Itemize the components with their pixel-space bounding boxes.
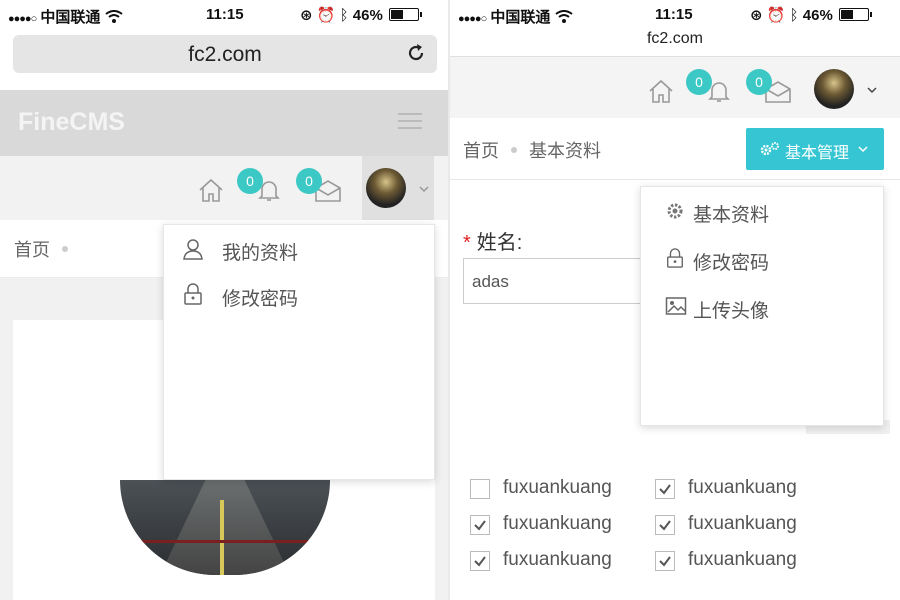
reload-icon[interactable] <box>405 42 427 64</box>
user-menu-toggle[interactable] <box>362 156 434 220</box>
breadcrumb-current: 基本资料 <box>529 141 601 161</box>
manage-button-label: 基本管理 <box>785 145 850 162</box>
brand-header: FineCMS <box>0 90 448 156</box>
menu-item-label: 我的资料 <box>222 243 299 264</box>
checkmark-icon <box>659 520 671 531</box>
user-icon <box>183 239 203 260</box>
alarm-icon: ⏰ <box>316 7 336 24</box>
checkbox-label: fuxuankuang <box>503 549 612 570</box>
address-bar[interactable]: fc2.com <box>13 35 437 73</box>
alarm-icon: ⏰ <box>766 7 786 24</box>
manage-dropdown-button[interactable]: 基本管理 <box>746 128 884 170</box>
avatar <box>366 168 406 208</box>
name-input[interactable]: adas <box>463 258 663 304</box>
menu-item-change-password[interactable]: 修改密码 <box>164 273 434 317</box>
notification-badge: 0 <box>686 69 712 95</box>
battery-percent: 46% <box>802 7 833 24</box>
battery-icon <box>389 8 422 21</box>
checkbox-checked[interactable] <box>655 479 675 499</box>
breadcrumb-separator <box>511 147 517 153</box>
breadcrumb-home[interactable]: 首页 <box>463 141 499 161</box>
battery-icon <box>839 8 872 21</box>
checkbox-checked[interactable] <box>655 551 675 571</box>
brand-logo[interactable]: FineCMS <box>18 108 125 137</box>
required-marker: * <box>463 232 471 254</box>
breadcrumb-separator <box>62 246 68 252</box>
carrier-label: 中国联通 <box>490 9 551 26</box>
checkbox-label: fuxuankuang <box>688 513 797 534</box>
menu-item-my-profile[interactable]: 我的资料 <box>164 227 434 271</box>
rotation-lock-icon: ⊛ <box>300 7 313 24</box>
menu-item-label: 修改密码 <box>222 289 299 310</box>
chevron-down-icon <box>419 186 429 193</box>
carrier-label: 中国联通 <box>40 9 101 26</box>
message-badge: 0 <box>296 168 322 194</box>
menu-item-label: 上传头像 <box>693 301 770 322</box>
status-bar: ●●●●○ 中国联通 11:15 ⊛ ⏰ ᛒ 46% <box>0 0 448 30</box>
signal-strength-icon: ●●●●○ <box>8 13 37 25</box>
user-menu-toggle[interactable] <box>812 57 884 121</box>
image-icon <box>665 297 687 315</box>
home-icon[interactable] <box>198 177 224 203</box>
left-screen: ●●●●○ 中国联通 11:15 ⊛ ⏰ ᛒ 46% fc2.com FineC… <box>0 0 448 600</box>
checkmark-icon <box>659 484 671 495</box>
breadcrumb-home[interactable]: 首页 <box>14 240 50 260</box>
chevron-down-icon <box>858 146 868 153</box>
url-text: fc2.com <box>188 43 262 66</box>
signal-strength-icon: ●●●●○ <box>458 13 487 25</box>
menu-item-basic-info[interactable]: 基本资料 <box>641 189 883 233</box>
right-screen: ●●●●○ 中国联通 11:15 ⊛ ⏰ ᛒ 46% fc2.com 0 0 首… <box>450 0 900 600</box>
gear-icon <box>667 203 683 219</box>
top-toolbar: 0 0 <box>0 156 448 220</box>
checkbox-label: fuxuankuang <box>503 477 612 498</box>
user-dropdown-menu: 我的资料 修改密码 <box>163 224 435 480</box>
lock-icon <box>184 283 202 305</box>
clock: 11:15 <box>655 6 693 23</box>
chevron-down-icon <box>867 87 877 94</box>
manage-dropdown-menu: 基本资料 修改密码 上传头像 <box>640 186 884 426</box>
checkmark-icon <box>474 520 486 531</box>
checkbox-checked[interactable] <box>470 515 490 535</box>
checkmark-icon <box>659 556 671 567</box>
avatar <box>814 69 854 109</box>
checkbox-label: fuxuankuang <box>503 513 612 534</box>
status-bar: ●●●●○ 中国联通 11:15 ⊛ ⏰ ᛒ 46% <box>450 0 900 30</box>
url-text[interactable]: fc2.com <box>450 30 900 48</box>
checkmark-icon <box>474 556 486 567</box>
hamburger-menu-icon[interactable] <box>398 113 422 131</box>
checkbox-label: fuxuankuang <box>688 549 797 570</box>
checkbox-checked[interactable] <box>470 551 490 571</box>
checkbox-unchecked[interactable] <box>470 479 490 499</box>
lock-icon <box>667 248 683 268</box>
menu-item-upload-avatar[interactable]: 上传头像 <box>641 285 883 329</box>
gears-icon <box>760 142 779 156</box>
notification-badge: 0 <box>237 168 263 194</box>
message-badge: 0 <box>746 69 772 95</box>
wifi-icon <box>554 10 573 23</box>
name-field-label: * 姓名: <box>463 226 522 255</box>
checkbox-label: fuxuankuang <box>688 477 797 498</box>
bluetooth-icon: ᛒ <box>339 7 349 24</box>
menu-item-label: 基本资料 <box>693 205 770 226</box>
rotation-lock-icon: ⊛ <box>750 7 763 24</box>
top-toolbar: 0 0 <box>450 56 900 121</box>
checkbox-checked[interactable] <box>655 515 675 535</box>
name-label-text: 姓名: <box>476 232 523 254</box>
menu-item-label: 修改密码 <box>693 253 770 274</box>
clock: 11:15 <box>206 6 244 23</box>
menu-item-change-password[interactable]: 修改密码 <box>641 237 883 281</box>
wifi-icon <box>104 10 123 23</box>
home-icon[interactable] <box>648 78 674 104</box>
battery-percent: 46% <box>352 7 383 24</box>
bluetooth-icon: ᛒ <box>789 7 799 24</box>
